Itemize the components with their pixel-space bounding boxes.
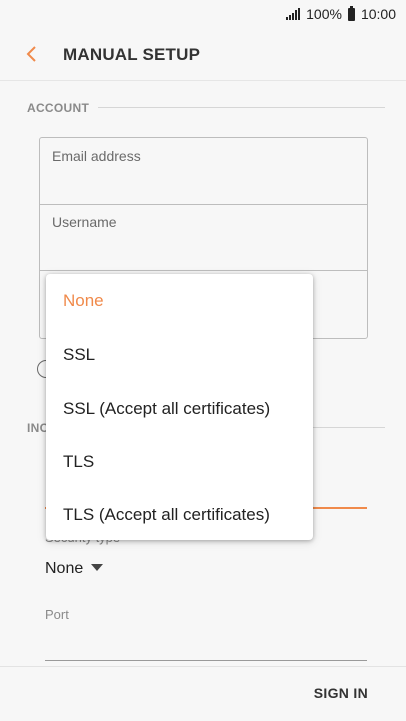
dropdown-option-ssl-accept-all[interactable]: SSL (Accept all certificates) — [46, 382, 313, 435]
username-field[interactable]: Username — [40, 204, 367, 271]
status-icons: 100% 10:00 — [286, 5, 396, 22]
signal-icon — [286, 8, 301, 20]
dropdown-option-tls-accept-all[interactable]: TLS (Accept all certificates) — [46, 488, 313, 541]
dropdown-caret-icon — [91, 564, 104, 571]
battery-icon — [347, 5, 355, 21]
page-title: MANUAL SETUP — [63, 45, 201, 64]
sign-in-button[interactable]: SIGN IN — [314, 685, 368, 701]
dropdown-option-tls[interactable]: TLS — [46, 435, 313, 488]
port-input-underline[interactable] — [45, 660, 367, 661]
bottom-bar: SIGN IN — [0, 666, 406, 721]
app-header: MANUAL SETUP — [0, 30, 406, 81]
status-bar: 100% 10:00 — [0, 0, 406, 30]
account-section-divider — [98, 107, 385, 108]
security-type-value: None — [45, 560, 84, 577]
security-type-select[interactable]: None — [45, 560, 104, 578]
port-label: Port — [45, 607, 69, 622]
username-field-label: Username — [52, 214, 117, 230]
incoming-section-divider — [313, 427, 385, 428]
email-field[interactable]: Email address — [40, 138, 367, 205]
back-arrow-icon[interactable] — [22, 44, 42, 64]
dropdown-option-none[interactable]: None — [46, 274, 313, 327]
clock: 10:00 — [360, 6, 396, 22]
battery-percent: 100% — [306, 6, 342, 22]
account-section-label: ACCOUNT — [27, 101, 90, 115]
dropdown-option-ssl[interactable]: SSL — [46, 328, 313, 381]
security-type-dropdown: None SSL SSL (Accept all certificates) T… — [46, 274, 313, 540]
email-field-label: Email address — [52, 148, 141, 164]
